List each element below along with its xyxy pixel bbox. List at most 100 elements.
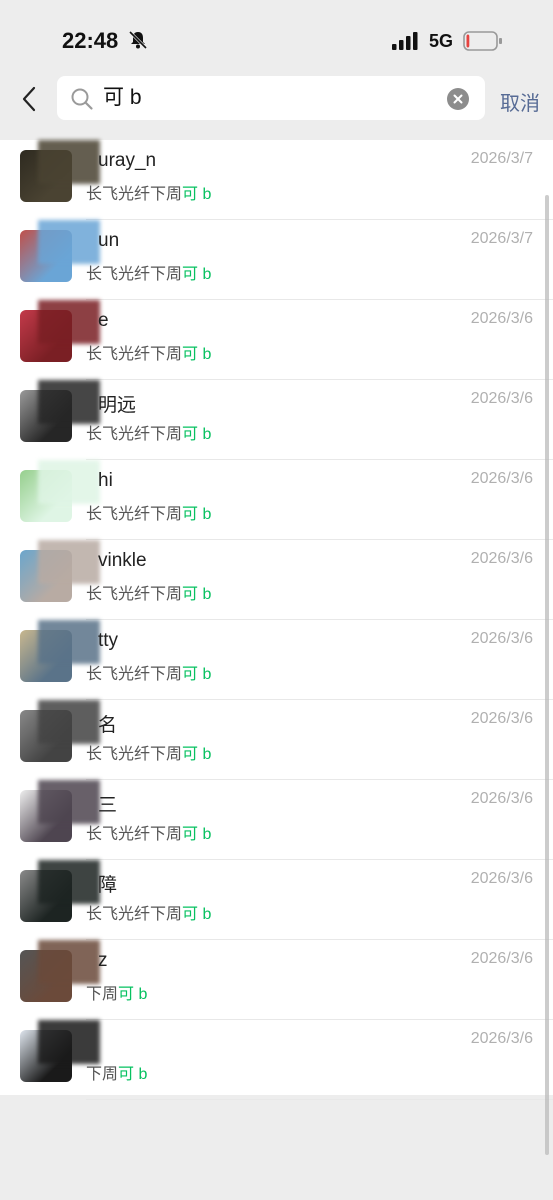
result-item[interactable]: vinkle 2026/3/6 长飞光纤下周可 b — [0, 540, 553, 620]
contact-name: 名 — [98, 715, 118, 736]
result-item[interactable]: 明远 2026/3/6 长飞光纤下周可 b — [0, 380, 553, 460]
snippet-highlight: 可 b — [182, 346, 212, 363]
message-snippet: 长飞光纤下周可 b — [86, 500, 211, 524]
message-date: 2026/3/6 — [470, 790, 533, 807]
privacy-mosaic — [38, 140, 100, 184]
search-bar-row: 可 b 取消 — [0, 72, 553, 130]
privacy-mosaic — [38, 860, 100, 904]
snippet-highlight: 可 b — [182, 826, 212, 843]
snippet-highlight: 可 b — [182, 186, 212, 203]
privacy-mosaic — [38, 700, 100, 744]
snippet-prefix: 长飞光纤下周 — [86, 506, 183, 523]
message-snippet: 下周可 b — [86, 1060, 147, 1084]
result-item[interactable]: uray_n 2026/3/7 长飞光纤下周可 b — [0, 140, 553, 220]
contact-name: uray_n — [98, 150, 157, 171]
message-snippet: 长飞光纤下周可 b — [86, 740, 211, 764]
network-label: 5G — [429, 31, 454, 51]
contact-name: e — [98, 310, 109, 331]
snippet-highlight: 可 b — [182, 746, 212, 763]
scrollbar[interactable] — [545, 195, 549, 1155]
snippet-highlight: 可 b — [118, 1066, 148, 1083]
privacy-mosaic — [38, 460, 100, 504]
snippet-prefix: 长飞光纤下周 — [86, 586, 183, 603]
snippet-highlight: 可 b — [182, 586, 212, 603]
privacy-mosaic — [38, 1020, 100, 1064]
snippet-highlight: 可 b — [118, 986, 148, 1003]
result-item[interactable]: un 2026/3/7 长飞光纤下周可 b — [0, 220, 553, 300]
contact-name: 三 — [98, 795, 118, 816]
cancel-button[interactable]: 取消 — [500, 87, 540, 116]
contact-name: hi — [98, 470, 113, 491]
snippet-prefix: 下周 — [86, 986, 119, 1003]
message-snippet: 长飞光纤下周可 b — [86, 820, 211, 844]
result-item[interactable]: tty 2026/3/6 长飞光纤下周可 b — [0, 620, 553, 700]
message-date: 2026/3/7 — [470, 230, 533, 247]
search-icon — [71, 88, 93, 110]
snippet-prefix: 长飞光纤下周 — [86, 266, 183, 283]
clear-icon[interactable] — [447, 88, 469, 110]
snippet-prefix: 长飞光纤下周 — [86, 666, 183, 683]
contact-name: vinkle — [98, 550, 147, 571]
message-date: 2026/3/6 — [470, 710, 533, 727]
snippet-highlight: 可 b — [182, 426, 212, 443]
snippet-highlight: 可 b — [182, 666, 212, 683]
result-item[interactable]: 2026/3/6 下周可 b — [0, 1020, 553, 1100]
privacy-mosaic — [38, 540, 100, 584]
snippet-prefix: 下周 — [86, 1066, 119, 1083]
message-date: 2026/3/6 — [470, 470, 533, 487]
message-date: 2026/3/6 — [470, 1030, 533, 1047]
snippet-prefix: 长飞光纤下周 — [86, 346, 183, 363]
divider — [86, 1099, 553, 1100]
privacy-mosaic — [38, 380, 100, 424]
message-date: 2026/3/6 — [470, 390, 533, 407]
message-date: 2026/3/6 — [470, 870, 533, 887]
message-snippet: 下周可 b — [86, 980, 147, 1004]
contact-name: un — [98, 230, 120, 251]
message-snippet: 长飞光纤下周可 b — [86, 340, 211, 364]
status-bar: 22:48 5G — [0, 0, 553, 80]
message-snippet: 长飞光纤下周可 b — [86, 660, 211, 684]
snippet-prefix: 长飞光纤下周 — [86, 426, 183, 443]
result-item[interactable]: 三 2026/3/6 长飞光纤下周可 b — [0, 780, 553, 860]
privacy-mosaic — [38, 300, 100, 344]
status-time: 22:48 — [62, 28, 119, 53]
contact-name: 明远 — [98, 395, 137, 416]
result-item[interactable]: 名 2026/3/6 长飞光纤下周可 b — [0, 700, 553, 780]
snippet-prefix: 长飞光纤下周 — [86, 746, 183, 763]
message-snippet: 长飞光纤下周可 b — [86, 420, 211, 444]
snippet-prefix: 长飞光纤下周 — [86, 906, 183, 923]
privacy-mosaic — [38, 220, 100, 264]
bell-muted-icon — [128, 30, 148, 50]
result-item[interactable]: e 2026/3/6 长飞光纤下周可 b — [0, 300, 553, 380]
message-date: 2026/3/6 — [470, 550, 533, 567]
search-box[interactable]: 可 b — [57, 76, 485, 120]
message-date: 2026/3/6 — [470, 630, 533, 647]
message-date: 2026/3/6 — [470, 310, 533, 327]
message-snippet: 长飞光纤下周可 b — [86, 900, 211, 924]
search-results-list: uray_n 2026/3/7 长飞光纤下周可 b un 2026/3/7 长飞光纤下周可… — [0, 140, 553, 1100]
battery-icon — [463, 31, 502, 51]
message-date: 2026/3/7 — [470, 150, 533, 167]
privacy-mosaic — [38, 620, 100, 664]
message-snippet: 长飞光纤下周可 b — [86, 580, 211, 604]
result-item[interactable]: z 2026/3/6 下周可 b — [0, 940, 553, 1020]
message-snippet: 长飞光纤下周可 b — [86, 180, 211, 204]
snippet-highlight: 可 b — [182, 266, 212, 283]
privacy-mosaic — [38, 780, 100, 824]
result-item[interactable]: hi 2026/3/6 长飞光纤下周可 b — [0, 460, 553, 540]
snippet-highlight: 可 b — [182, 506, 212, 523]
contact-name: tty — [98, 630, 119, 651]
message-date: 2026/3/6 — [470, 950, 533, 967]
message-snippet: 长飞光纤下周可 b — [86, 260, 211, 284]
privacy-mosaic — [38, 940, 100, 984]
snippet-highlight: 可 b — [182, 906, 212, 923]
snippet-prefix: 长飞光纤下周 — [86, 826, 183, 843]
snippet-prefix: 长飞光纤下周 — [86, 186, 183, 203]
result-item[interactable]: 障 2026/3/6 长飞光纤下周可 b — [0, 860, 553, 940]
signal-icon — [392, 32, 418, 50]
back-button[interactable] — [14, 84, 44, 114]
contact-name: z — [98, 950, 108, 971]
chevron-left-icon — [22, 86, 36, 112]
search-input[interactable]: 可 b — [103, 76, 433, 120]
contact-name: 障 — [98, 875, 118, 896]
